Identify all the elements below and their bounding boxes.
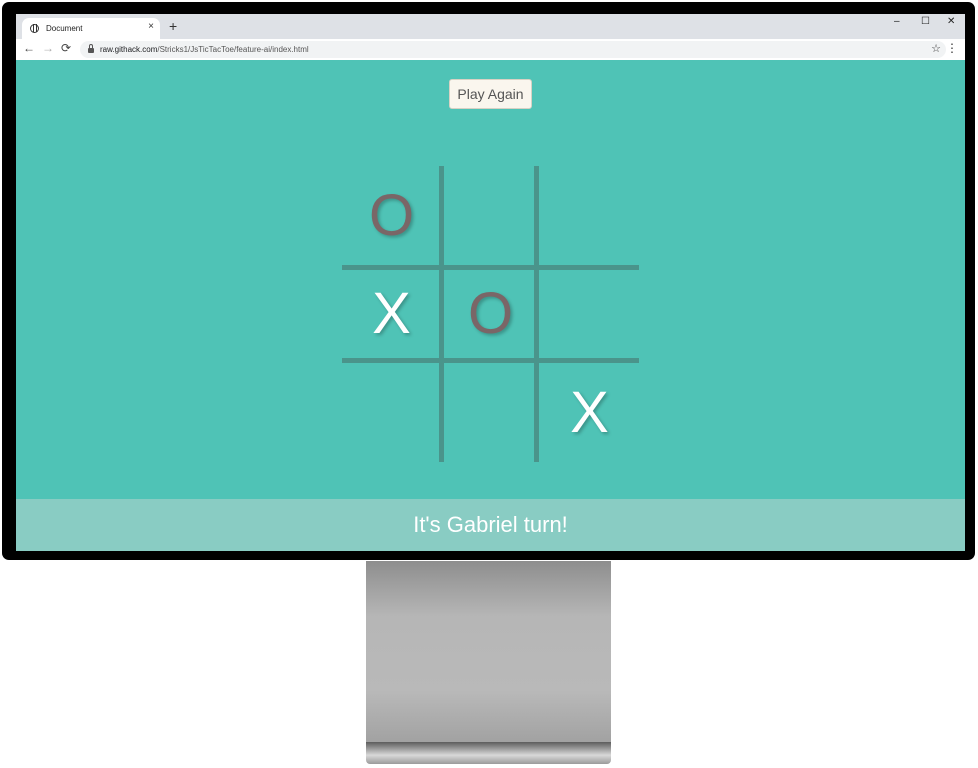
cell-2-2[interactable]: X xyxy=(540,363,639,462)
turn-status-bar: It's Gabriel turn! xyxy=(16,499,965,551)
turn-status-text: It's Gabriel turn! xyxy=(413,512,568,537)
cell-1-0[interactable]: X xyxy=(342,265,441,364)
monitor-stand-base xyxy=(366,742,611,764)
bookmark-star-icon[interactable]: ☆ xyxy=(931,42,941,55)
cell-0-0[interactable]: O xyxy=(342,166,441,265)
monitor-stand xyxy=(366,561,611,746)
tab-bar: Document × + – ☐ ✕ xyxy=(16,14,965,39)
address-bar[interactable]: raw.githack.com/Stricks1/JsTicTacToe/fea… xyxy=(80,41,946,58)
minimize-icon[interactable]: – xyxy=(894,16,900,27)
grid-line-horizontal xyxy=(342,358,639,363)
new-tab-icon[interactable]: + xyxy=(169,18,177,34)
cell-1-1[interactable]: O xyxy=(441,265,540,364)
url-path: /Stricks1/JsTicTacToe/feature-ai/index.h… xyxy=(157,45,309,54)
game-page: Play Again O X O X It's Gabriel turn! xyxy=(16,60,965,551)
grid-line-vertical xyxy=(534,166,539,462)
cell-0-2[interactable] xyxy=(540,166,639,265)
browser-tab[interactable]: Document × xyxy=(22,18,160,39)
maximize-icon[interactable]: ☐ xyxy=(921,16,930,27)
url-host: raw.githack.com xyxy=(100,45,158,54)
screen: Document × + – ☐ ✕ ← → ⟳ raw.githack.com… xyxy=(16,14,965,551)
menu-icon[interactable]: ⋮ xyxy=(946,41,958,55)
grid-line-vertical xyxy=(439,166,444,462)
cell-1-2[interactable] xyxy=(540,265,639,364)
game-board: O X O X xyxy=(342,166,639,462)
cell-2-0[interactable] xyxy=(342,363,441,462)
monitor-bezel: Document × + – ☐ ✕ ← → ⟳ raw.githack.com… xyxy=(2,2,975,560)
grid-line-horizontal xyxy=(342,265,639,270)
lock-icon xyxy=(88,44,94,53)
play-again-button[interactable]: Play Again xyxy=(449,79,532,109)
url-text: raw.githack.com/Stricks1/JsTicTacToe/fea… xyxy=(100,45,309,54)
browser-toolbar: ← → ⟳ raw.githack.com/Stricks1/JsTicTacT… xyxy=(16,39,965,61)
window-close-icon[interactable]: ✕ xyxy=(947,16,955,27)
back-icon[interactable]: ← xyxy=(23,41,35,55)
globe-icon xyxy=(30,24,39,33)
tab-title: Document xyxy=(46,24,83,33)
reload-icon[interactable]: ⟳ xyxy=(61,41,71,55)
forward-icon[interactable]: → xyxy=(42,41,54,55)
tab-close-icon[interactable]: × xyxy=(148,21,154,32)
cell-2-1[interactable] xyxy=(441,363,540,462)
cell-0-1[interactable] xyxy=(441,166,540,265)
